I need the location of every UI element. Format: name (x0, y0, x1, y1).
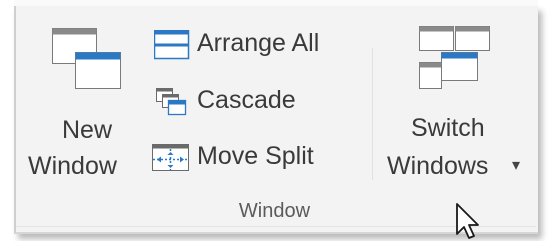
new-window-label-line2: Window (28, 152, 117, 180)
mouse-cursor-icon (455, 202, 481, 240)
group-separator (372, 48, 373, 180)
cascade-label: Cascade (197, 86, 296, 114)
arrange-all-icon (154, 30, 190, 60)
new-window-button[interactable]: New Window (20, 22, 148, 192)
move-split-label: Move Split (197, 142, 314, 170)
move-split-button[interactable]: Move Split (150, 138, 360, 176)
dropdown-arrow-icon: ▾ (512, 157, 521, 174)
move-split-icon (152, 144, 190, 172)
arrange-all-button[interactable]: Arrange All (150, 26, 360, 64)
switch-windows-icon (419, 26, 491, 90)
cascade-icon (156, 88, 188, 116)
arrange-all-label: Arrange All (197, 29, 320, 57)
new-window-label-line1: New (62, 116, 113, 144)
new-window-icon (52, 28, 122, 90)
switch-windows-label-line2: Windows (387, 152, 489, 180)
switch-windows-label-line1: Switch (411, 114, 485, 142)
switch-windows-button[interactable]: Switch Windows ▾ (385, 22, 535, 192)
cascade-button[interactable]: Cascade (150, 82, 360, 120)
